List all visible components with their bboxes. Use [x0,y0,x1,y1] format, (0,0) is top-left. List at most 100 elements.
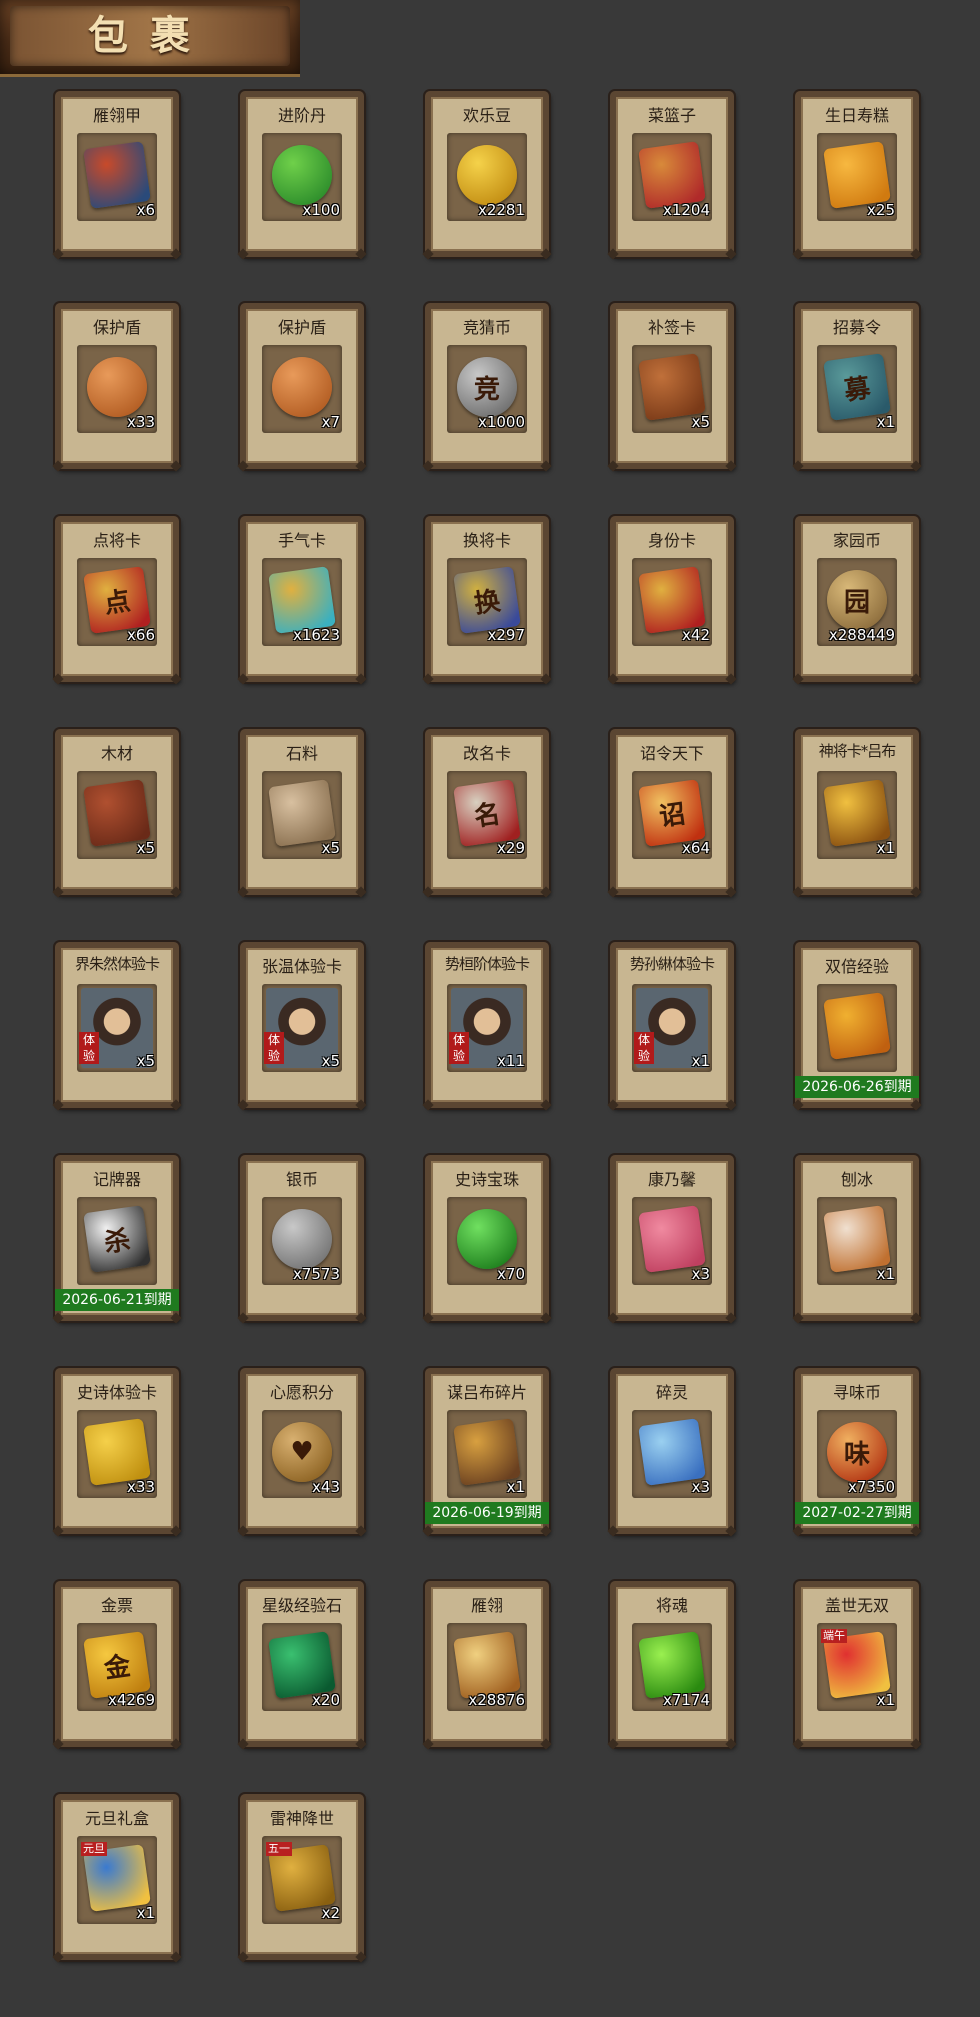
inventory-item-card[interactable]: 保护盾 x33 [55,303,179,469]
inventory-item-card[interactable]: 竞猜币竞 x1000 [425,303,549,469]
item-icon-slot: x20 [262,1623,342,1711]
item-quantity: x7 [321,413,340,431]
inventory-item-card[interactable]: 银币 x7573 [240,1155,364,1321]
item-quantity: x6 [136,201,155,219]
silver-coins-icon [272,1209,332,1269]
item-icon-slot: x42 [632,558,712,646]
inventory-item-card[interactable]: 史诗体验卡 x33 [55,1368,179,1534]
inventory-item-card[interactable]: 手气卡 x1623 [240,516,364,682]
inventory-item-card[interactable]: 记牌器杀 2026-06-21到期 [55,1155,179,1321]
inventory-item-card[interactable]: 石料 x5 [240,729,364,895]
item-name: 雁翎甲 [92,106,141,125]
item-icon-slot: 诏 x64 [632,771,712,859]
inventory-item-card[interactable]: 势桓阶体验卡 体验 x11 [425,942,549,1108]
item-name: 碎灵 [655,1383,688,1402]
inventory-item-card[interactable]: 点将卡点 x66 [55,516,179,682]
item-icon-slot: x5 [262,771,342,859]
item-icon-slot: x7573 [262,1197,342,1285]
inventory-item-card[interactable]: 康乃馨 x3 [610,1155,734,1321]
item-quantity: x1 [506,1478,525,1496]
item-name: 刨冰 [840,1170,873,1189]
item-quantity: x33 [127,413,155,431]
inventory-item-card[interactable]: 进阶丹 x100 [240,91,364,257]
icon-glyph: 杀 [102,1224,133,1259]
inventory-item-card[interactable]: 补签卡 x5 [610,303,734,469]
item-icon-slot: 味 x7350 [817,1410,897,1498]
inventory-item-card[interactable]: 张温体验卡 体验 x5 [240,942,364,1108]
item-quantity: x29 [497,839,525,857]
inventory-item-card[interactable]: 势孙綝体验卡 体验 x1 [610,942,734,1108]
item-icon-slot: x25 [817,133,897,221]
inventory-item-card[interactable]: 诏令天下诏 x64 [610,729,734,895]
item-quantity: x297 [487,626,525,644]
item-icon-slot: x1 [447,1410,527,1498]
inventory-item-card[interactable]: 生日寿糕 x25 [795,91,919,257]
item-name: 将魂 [655,1596,688,1615]
item-quantity: x7350 [847,1478,895,1496]
icon-glyph: 味 [843,1439,870,1470]
item-icon-slot: 名 x29 [447,771,527,859]
inventory-item-card[interactable]: 刨冰 x1 [795,1155,919,1321]
inventory-item-card[interactable]: 改名卡名 x29 [425,729,549,895]
inventory-item-card[interactable]: 将魂 x7174 [610,1581,734,1747]
shield-icon [87,357,147,417]
inventory-item-card[interactable]: 保护盾 x7 [240,303,364,469]
item-name: 寻味币 [832,1383,881,1402]
wood-icon [83,779,151,847]
icon-glyph: 换 [472,585,503,620]
inventory-item-card[interactable]: 雁翎甲 x6 [55,91,179,257]
inventory-item-card[interactable]: 谋吕布碎片 x1 2026-06-19到期 [425,1368,549,1534]
item-name: 木材 [100,744,133,763]
inventory-item-card[interactable]: 身份卡 x42 [610,516,734,682]
inventory-item-card[interactable]: 雁翎 x28876 [425,1581,549,1747]
inventory-item-card[interactable]: 木材 x5 [55,729,179,895]
inventory-item-card[interactable]: 神将卡*吕布 x1 [795,729,919,895]
item-name: 界朱然体验卡 [74,955,160,973]
inventory-item-card[interactable]: 换将卡换 x297 [425,516,549,682]
item-icon-slot: 体验 x5 [262,984,342,1072]
inventory-item-card[interactable]: 心愿积分 ♥ x43 [240,1368,364,1534]
item-icon-slot: 募 x1 [817,345,897,433]
trial-badge: 体验 [264,1032,284,1064]
item-icon-slot: x1623 [262,558,342,646]
inventory-item-card[interactable]: 菜篮子 x1204 [610,91,734,257]
inventory-item-card[interactable]: 史诗宝珠 x70 [425,1155,549,1321]
item-icon-slot: x2281 [447,133,527,221]
inventory-item-card[interactable]: 家园币园 x288449 [795,516,919,682]
item-name: 雷神降世 [269,1809,334,1828]
item-icon-slot: x5 [632,345,712,433]
inventory-item-card[interactable]: 星级经验石 x20 [240,1581,364,1747]
item-quantity: x288449 [828,626,895,644]
inventory-item-card[interactable]: 界朱然体验卡体验 x5 [55,942,179,1108]
inventory-item-card[interactable]: 欢乐豆 x2281 [425,91,549,257]
item-icon-slot: x6 [77,133,157,221]
scroll-icon: 诏 [638,779,706,847]
soul-gem-icon [638,1631,706,1699]
gift-badge: 五一 [266,1842,292,1856]
page-title: 包裹 [88,12,212,59]
inventory-item-card[interactable]: 双倍经验 2026-06-26到期 [795,942,919,1108]
item-name: 神将卡*吕布 [818,742,897,760]
gold-card-icon [83,1418,151,1486]
item-quantity: x2281 [477,201,525,219]
item-icon-slot: x33 [77,1410,157,1498]
item-icon-slot: 体验 x5 [77,984,157,1072]
inventory-item-card[interactable]: 元旦礼盒 元旦 x1 [55,1794,179,1960]
icon-glyph: 点 [102,585,133,620]
trial-badge: 体验 [79,1032,99,1064]
inventory-item-card[interactable]: 碎灵 x3 [610,1368,734,1534]
inventory-item-card[interactable]: 招募令募 x1 [795,303,919,469]
inventory-item-card[interactable]: 寻味币味 x7350 2027-02-27到期 [795,1368,919,1534]
item-quantity: x25 [867,201,895,219]
item-icon-slot: x1204 [632,133,712,221]
inventory-item-card[interactable]: 金票金 x4269 [55,1581,179,1747]
item-name: 史诗体验卡 [76,1383,157,1402]
item-name: 诏令天下 [639,744,704,763]
title-banner: 包裹 [0,0,300,77]
basket-icon [638,141,706,209]
item-icon-slot: x28876 [447,1623,527,1711]
jade-stone-icon [268,1631,336,1699]
inventory-item-card[interactable]: 雷神降世 五一 x2 [240,1794,364,1960]
inventory-item-card[interactable]: 盖世无双 端午 x1 [795,1581,919,1747]
carnation-icon [638,1205,706,1273]
